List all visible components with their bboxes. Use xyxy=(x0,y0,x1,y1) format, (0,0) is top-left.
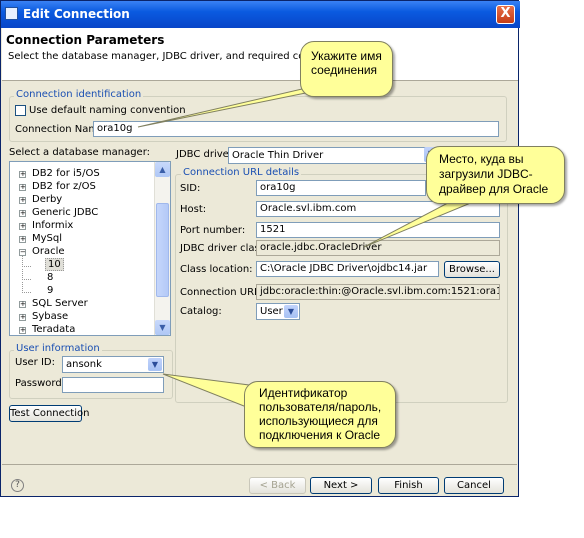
callout-driver-location-text: Место, куда вы загрузили JDBC-драйвер дл… xyxy=(439,152,549,196)
callout-user-credentials: Идентификатор пользователя/пароль, испол… xyxy=(244,381,396,448)
callout-connection-name-text: Укажите имя соединения xyxy=(311,49,382,77)
callout-connection-name: Укажите имя соединения xyxy=(300,41,393,97)
callout-user-pointer xyxy=(162,373,250,409)
callout-user-credentials-text: Идентификатор пользователя/пароль, испол… xyxy=(259,386,382,442)
callout-driver-location: Место, куда вы загрузили JDBC-драйвер дл… xyxy=(426,146,565,204)
callout-pointers xyxy=(137,85,491,409)
